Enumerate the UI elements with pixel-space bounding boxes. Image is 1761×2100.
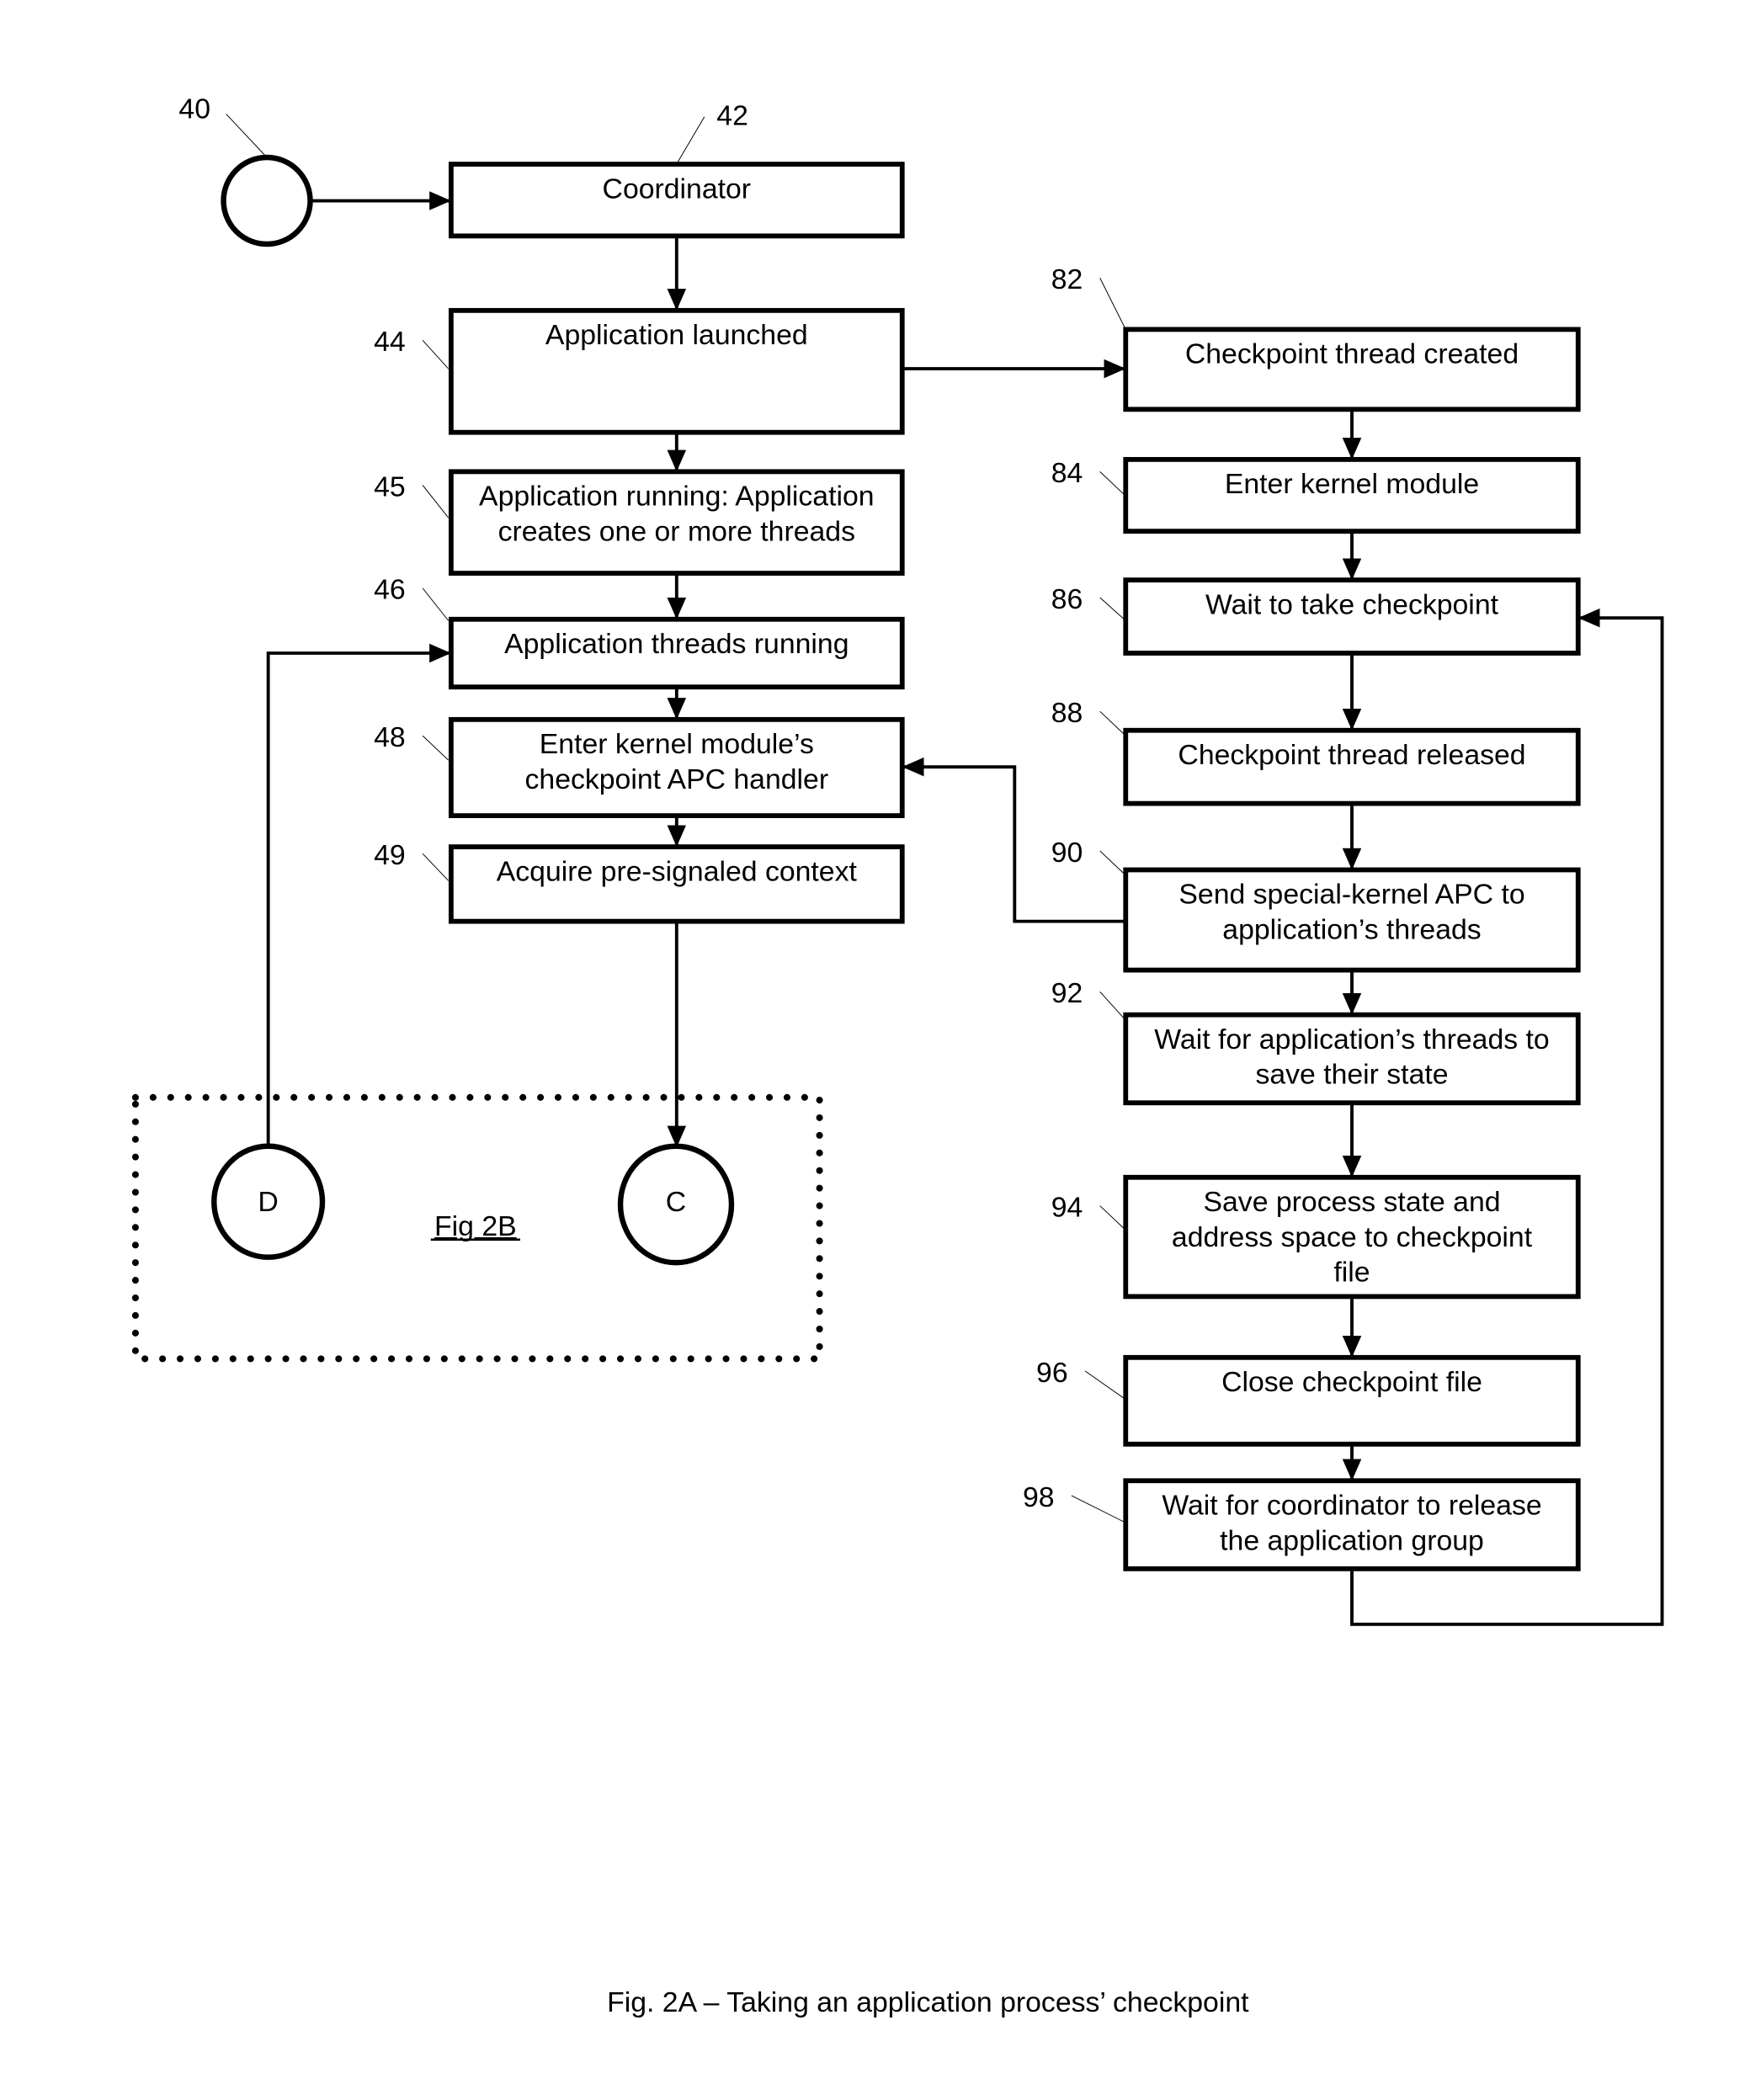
step-label: Application running: Application <box>479 481 875 513</box>
step-ref-number: 92 <box>1051 977 1083 1009</box>
process-step-90: Send special-kernel APC toapplication’s … <box>1051 837 1581 973</box>
step-label: checkpoint APC handler <box>525 763 829 795</box>
step-ref-number: 42 <box>716 99 748 131</box>
process-step-46: Application threads running 46 <box>374 574 905 690</box>
step-label: Checkpoint thread created <box>1185 338 1519 370</box>
step-ref-number: 96 <box>1036 1357 1068 1389</box>
step-ref-number: 82 <box>1051 263 1083 295</box>
step-label: Save process state and <box>1203 1186 1500 1218</box>
connector-d-label: D <box>258 1186 278 1218</box>
ref-leader <box>1099 597 1126 621</box>
process-step-88: Checkpoint thread released 88 <box>1051 697 1581 806</box>
process-step-44: Application launched 44 <box>374 307 905 435</box>
step-label: Send special-kernel APC to <box>1178 879 1524 911</box>
step-ref-number: 86 <box>1051 583 1083 615</box>
flowchart: Fig 2B 40 D C Coordinator 42 Application l… <box>131 93 1664 2018</box>
process-step-84: Enter kernel module 84 <box>1051 456 1581 534</box>
step-ref-number: 94 <box>1051 1191 1083 1223</box>
step-ref-number: 46 <box>374 574 406 606</box>
step-label: save their state <box>1255 1059 1448 1091</box>
arrow-send-apc-to-handler <box>902 757 1126 923</box>
step-ref-number: 45 <box>374 471 406 502</box>
process-step-42: Coordinator 42 <box>448 99 905 239</box>
ref-leader <box>1099 278 1126 330</box>
ref-leader <box>677 116 705 163</box>
step-label: Close checkpoint file <box>1221 1366 1482 1398</box>
ref-leader <box>1099 471 1126 497</box>
ref-leader <box>422 853 450 881</box>
process-step-49: Acquire pre-signaled context 49 <box>374 839 905 924</box>
process-step-98: Wait for coordinator to releasethe appli… <box>1023 1478 1581 1571</box>
step-ref-number: 98 <box>1023 1481 1055 1513</box>
ref-leader <box>422 587 450 621</box>
figure-caption: Fig. 2A – Taking an application process’… <box>607 1986 1249 2018</box>
ref-leader <box>422 735 449 761</box>
process-step-86: Wait to take checkpoint 86 <box>1051 577 1581 656</box>
process-step-48: Enter kernel module’scheckpoint APC hand… <box>374 716 905 818</box>
ref-leader <box>1099 850 1126 876</box>
ref-leader <box>1099 1205 1126 1231</box>
step-label: Acquire pre-signaled context <box>497 855 858 887</box>
step-ref-number: 84 <box>1051 457 1083 489</box>
step-label: Wait to take checkpoint <box>1205 588 1499 620</box>
process-step-94: Save process state andaddress space to c… <box>1051 1174 1581 1300</box>
step-label: Wait for application’s threads to <box>1154 1023 1549 1055</box>
step-ref-number: 49 <box>374 839 406 871</box>
start-node-ref: 40 <box>178 93 210 125</box>
offpage-reference-label: Fig 2B <box>434 1210 517 1242</box>
step-label: Enter kernel module <box>1225 468 1479 500</box>
start-node-leader <box>226 114 268 158</box>
ref-leader <box>1071 1495 1126 1523</box>
process-step-92: Wait for application’s threads to save th… <box>1051 977 1581 1106</box>
process-step-45: Application running: Applicationcreates … <box>374 469 905 576</box>
step-label: the application group <box>1220 1524 1484 1556</box>
step-label: Application threads running <box>504 628 849 660</box>
step-label: Wait for coordinator to release <box>1162 1489 1541 1521</box>
process-step-96: Close checkpoint file 96 <box>1036 1354 1581 1447</box>
step-label: Coordinator <box>603 173 752 205</box>
step-label: Checkpoint thread released <box>1178 739 1525 771</box>
step-ref-number: 90 <box>1051 837 1083 869</box>
start-node-circle <box>221 154 313 247</box>
step-label: file <box>1333 1257 1370 1289</box>
ref-leader <box>422 485 450 518</box>
ref-leader <box>422 339 450 369</box>
step-label: Enter kernel module’s <box>540 728 814 760</box>
step-ref-number: 88 <box>1051 697 1083 729</box>
step-ref-number: 44 <box>374 326 406 358</box>
step-ref-number: 48 <box>374 721 406 753</box>
ref-leader <box>1099 991 1126 1021</box>
step-label: application’s threads <box>1222 914 1481 946</box>
process-step-82: Checkpoint thread created 82 <box>1051 263 1581 412</box>
step-label: address space to checkpoint <box>1172 1221 1533 1253</box>
step-label: creates one or more threads <box>498 515 855 547</box>
ref-leader <box>1099 710 1126 736</box>
ref-leader <box>1084 1370 1126 1401</box>
arrow-connector-d-to-threads-running <box>266 643 451 1146</box>
step-label: Application launched <box>545 319 808 351</box>
connector-c-label: C <box>666 1186 686 1218</box>
